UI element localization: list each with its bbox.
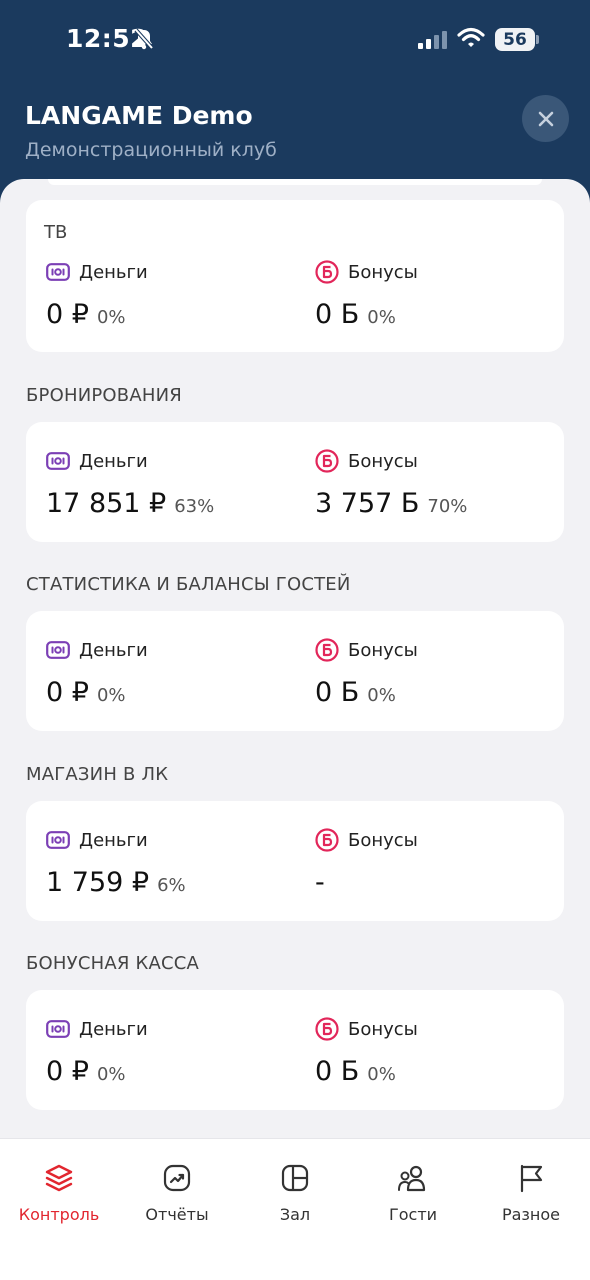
bonus-value: - xyxy=(315,867,325,898)
bonus-percent: 0% xyxy=(367,685,396,706)
tab-label: Гости xyxy=(388,1205,438,1224)
layers-icon xyxy=(45,1164,73,1192)
bonus-label: Бонусы xyxy=(348,639,418,661)
section-title: ТВ xyxy=(44,222,68,243)
money-label: Деньги xyxy=(79,1018,148,1040)
bonus-label: Бонусы xyxy=(348,1018,418,1040)
bonus-label: Бонусы xyxy=(348,450,418,472)
section-card-shop: Деньги 1 759 ₽ 6% Бонусы - xyxy=(26,801,564,921)
section-title: БОНУСНАЯ КАССА xyxy=(26,953,200,974)
bonus-metric: Бонусы - xyxy=(315,828,555,898)
section-card-bonus-cash: Деньги 0 ₽ 0% Бонусы 0 Б 0% xyxy=(26,990,564,1110)
money-metric: Деньги 0 ₽ 0% xyxy=(46,1018,286,1088)
bonus-icon xyxy=(315,1017,339,1041)
section-card-tv: ТВ Деньги 0 ₽ 0% Бонусы 0 Б 0% xyxy=(26,200,564,352)
battery-tip xyxy=(536,35,539,44)
bonus-value: 0 Б xyxy=(315,677,360,708)
section-title: БРОНИРОВАНИЯ xyxy=(26,385,182,406)
money-metric: Деньги 1 759 ₽ 6% xyxy=(46,829,286,899)
status-bar: 12:52 56 xyxy=(0,0,590,80)
tab-hall[interactable]: Зал xyxy=(236,1163,354,1224)
money-label: Деньги xyxy=(79,261,148,283)
bonus-icon xyxy=(315,828,339,852)
money-value: 17 851 ₽ xyxy=(46,488,167,519)
money-value: 1 759 ₽ xyxy=(46,867,150,898)
money-metric: Деньги 0 ₽ 0% xyxy=(46,261,286,331)
tab-label: Разное xyxy=(501,1205,561,1224)
wifi-icon xyxy=(457,27,485,53)
battery-indicator: 56 xyxy=(495,28,535,51)
bonus-metric: Бонусы 0 Б 0% xyxy=(315,1017,555,1087)
bonus-metric: Бонусы 3 757 Б 70% xyxy=(315,449,555,519)
money-value: 0 ₽ xyxy=(46,677,89,708)
money-icon xyxy=(46,452,70,470)
section-title: МАГАЗИН В ЛК xyxy=(26,764,169,785)
club-subtitle: Демонстрационный клуб xyxy=(25,139,277,161)
money-label: Деньги xyxy=(79,829,148,851)
money-percent: 6% xyxy=(157,875,186,896)
bonus-icon xyxy=(315,260,339,284)
club-title: LANGAME Demo xyxy=(25,101,253,130)
hall-icon xyxy=(281,1164,309,1192)
bonus-percent: 70% xyxy=(427,496,468,517)
tab-label: Зал xyxy=(279,1205,311,1224)
bonus-label: Бонусы xyxy=(348,829,418,851)
section-title: СТАТИСТИКА И БАЛАНСЫ ГОСТЕЙ xyxy=(26,574,351,595)
money-value: 0 ₽ xyxy=(46,1056,89,1087)
money-icon xyxy=(46,1020,70,1038)
bonus-label: Бонусы xyxy=(348,261,418,283)
flag-icon xyxy=(520,1164,543,1193)
money-metric: Деньги 17 851 ₽ 63% xyxy=(46,450,286,520)
money-icon xyxy=(46,641,70,659)
money-icon xyxy=(46,263,70,281)
money-percent: 63% xyxy=(174,496,215,517)
bonus-icon xyxy=(315,638,339,662)
money-percent: 0% xyxy=(96,307,126,328)
money-percent: 0% xyxy=(96,1064,126,1085)
money-label: Деньги xyxy=(79,450,148,472)
tab-control[interactable]: Контроль xyxy=(0,1163,118,1224)
cellular-signal-icon xyxy=(418,31,448,53)
close-button[interactable] xyxy=(522,95,569,142)
guests-icon xyxy=(398,1165,426,1192)
bonus-value: 3 757 Б xyxy=(315,488,420,519)
money-label: Деньги xyxy=(79,639,148,661)
bonus-percent: 0% xyxy=(367,307,396,328)
tab-label: Отчёты xyxy=(145,1205,209,1224)
tab-misc[interactable]: Разное xyxy=(472,1163,590,1224)
tab-reports[interactable]: Отчёты xyxy=(118,1163,236,1224)
bonus-metric: Бонусы 0 Б 0% xyxy=(315,638,555,708)
bonus-icon xyxy=(315,449,339,473)
bonus-percent: 0% xyxy=(367,1064,396,1085)
tab-label: Контроль xyxy=(18,1205,100,1224)
reports-icon xyxy=(163,1164,191,1192)
previous-card-edge xyxy=(48,179,542,185)
money-percent: 0% xyxy=(96,685,126,706)
money-metric: Деньги 0 ₽ 0% xyxy=(46,639,286,709)
section-card-guest-stats: Деньги 0 ₽ 0% Бонусы 0 Б 0% xyxy=(26,611,564,731)
content-sheet[interactable]: ТВ Деньги 0 ₽ 0% Бонусы 0 Б 0% БРОНИРОВА… xyxy=(0,179,590,1280)
bonus-value: 0 Б xyxy=(315,1056,360,1087)
bottom-tab-bar: Контроль Отчёты Зал Гости Разное xyxy=(0,1138,590,1280)
bonus-metric: Бонусы 0 Б 0% xyxy=(315,260,555,330)
bonus-value: 0 Б xyxy=(315,299,360,330)
bell-muted-icon xyxy=(134,28,154,54)
tab-guests[interactable]: Гости xyxy=(354,1163,472,1224)
close-icon xyxy=(538,111,553,126)
money-icon xyxy=(46,831,70,849)
section-card-bookings: Деньги 17 851 ₽ 63% Бонусы 3 757 Б 70% xyxy=(26,422,564,542)
money-value: 0 ₽ xyxy=(46,299,89,330)
